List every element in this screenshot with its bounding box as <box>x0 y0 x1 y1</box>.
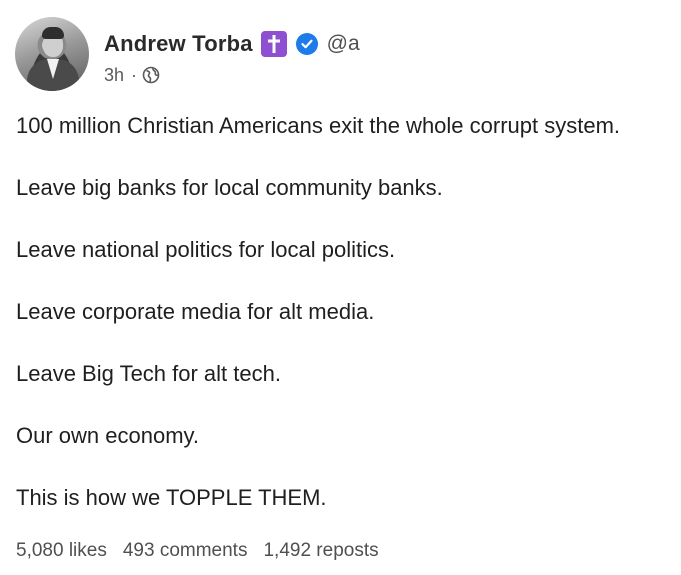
post-time[interactable]: 3h <box>104 65 124 86</box>
globe-icon <box>142 66 160 84</box>
post-text-line: This is how we TOPPLE THEM. <box>16 485 327 510</box>
post-text-line: Leave Big Tech for alt tech. <box>16 361 281 386</box>
author-name[interactable]: Andrew Torba <box>104 31 253 57</box>
globe-icon-svg <box>142 66 160 84</box>
post-text-line: Our own economy. <box>16 423 200 448</box>
post-meta: 3h · <box>104 64 160 86</box>
post-stats: 5,080 likes 493 comments 1,492 reposts <box>16 540 379 562</box>
avatar[interactable] <box>15 17 89 91</box>
reposts-count[interactable]: 1,492 reposts <box>263 540 378 562</box>
post-text-line: Leave big banks for local community bank… <box>16 175 443 200</box>
cross-icon <box>260 31 287 57</box>
cross-icon-svg <box>267 35 280 53</box>
post-header: Andrew Torba @a 3h · <box>15 17 655 93</box>
post-body: 100 million Christian Americans exit the… <box>16 112 676 546</box>
post-text-line: Leave corporate media for alt media. <box>16 299 375 324</box>
post-text-line: Leave national politics for local politi… <box>16 237 396 262</box>
post-text-line: 100 million Christian Americans exit the… <box>16 113 621 138</box>
meta-separator: · <box>131 64 138 85</box>
author-handle[interactable]: @a <box>327 32 360 56</box>
author-line: Andrew Torba @a <box>104 29 360 59</box>
avatar-hair <box>42 27 64 39</box>
comments-count[interactable]: 493 comments <box>123 540 248 562</box>
verified-check-svg <box>301 39 313 49</box>
likes-count[interactable]: 5,080 likes <box>16 540 107 562</box>
verified-check-icon <box>295 33 318 55</box>
